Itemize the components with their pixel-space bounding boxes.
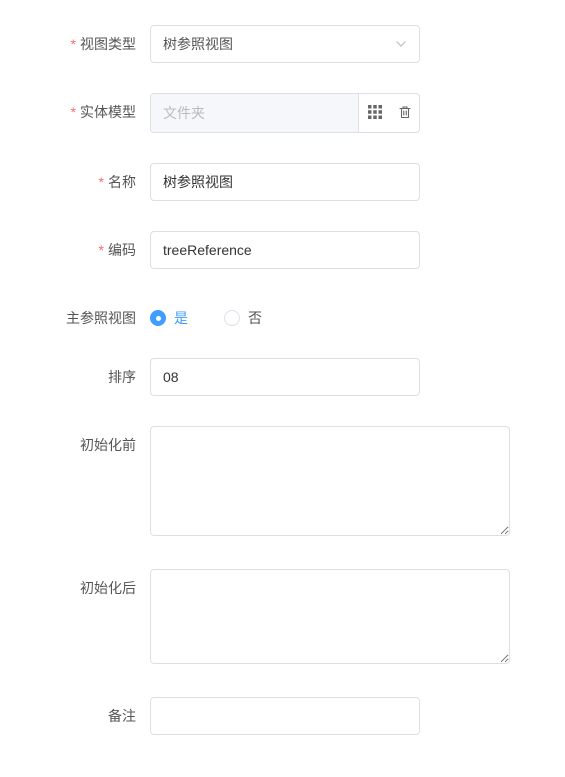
label-after-init: 初始化后: [30, 569, 150, 598]
radio-circle-no: [224, 310, 240, 326]
input-order[interactable]: [150, 358, 420, 396]
field-before-init: 初始化前: [30, 426, 525, 539]
control-before-init: [150, 426, 525, 539]
control-order: [150, 358, 525, 396]
label-view-type: 视图类型: [30, 25, 150, 54]
control-name: [150, 163, 525, 201]
label-code: 编码: [30, 231, 150, 260]
radio-yes[interactable]: 是: [150, 308, 188, 328]
control-after-init: [150, 569, 525, 667]
label-before-init: 初始化前: [30, 426, 150, 455]
radio-label-yes: 是: [174, 308, 188, 328]
control-remark: [150, 697, 525, 735]
radio-circle-yes: [150, 310, 166, 326]
label-remark: 备注: [30, 697, 150, 726]
input-name[interactable]: [150, 163, 420, 201]
field-order: 排序: [30, 358, 525, 396]
select-view-type[interactable]: 树参照视图: [150, 25, 420, 63]
label-entity-model: 实体模型: [30, 93, 150, 122]
label-main-ref-view: 主参照视图: [30, 299, 150, 328]
field-code: 编码: [30, 231, 525, 269]
input-code[interactable]: [150, 231, 420, 269]
chevron-down-icon: [395, 38, 407, 50]
clear-button[interactable]: [391, 94, 419, 132]
control-view-type: 树参照视图: [150, 25, 525, 63]
field-entity-model: 实体模型 文件夹: [30, 93, 525, 133]
field-view-type: 视图类型 树参照视图: [30, 25, 525, 63]
grid-picker-button[interactable]: [359, 94, 391, 132]
control-main-ref-view: 是 否: [150, 299, 525, 328]
radio-label-no: 否: [248, 308, 262, 328]
textarea-before-init[interactable]: [150, 426, 510, 536]
field-after-init: 初始化后: [30, 569, 525, 667]
entity-model-group: 文件夹: [150, 93, 420, 133]
input-remark[interactable]: [150, 697, 420, 735]
select-view-type-value: 树参照视图: [163, 34, 233, 54]
field-remark: 备注: [30, 697, 525, 735]
label-name: 名称: [30, 163, 150, 192]
input-entity-model[interactable]: 文件夹: [151, 94, 358, 132]
control-entity-model: 文件夹: [150, 93, 525, 133]
trash-icon: [398, 105, 412, 122]
grid-icon: [368, 105, 382, 122]
field-name: 名称: [30, 163, 525, 201]
textarea-after-init[interactable]: [150, 569, 510, 664]
label-order: 排序: [30, 358, 150, 387]
control-code: [150, 231, 525, 269]
radio-no[interactable]: 否: [224, 308, 262, 328]
field-main-ref-view: 主参照视图 是 否: [30, 299, 525, 328]
radio-group-main-ref: 是 否: [150, 299, 525, 328]
